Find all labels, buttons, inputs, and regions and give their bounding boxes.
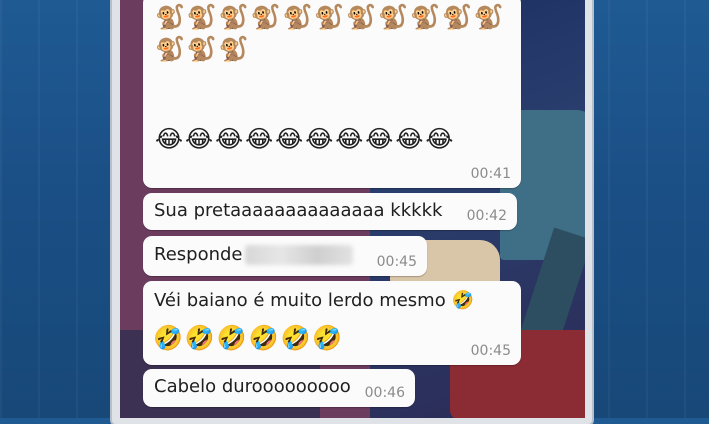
message-text: Cabelo durooooooooo xyxy=(154,376,351,397)
message-time: 00:45 xyxy=(376,254,417,270)
message-time: 00:45 xyxy=(470,343,511,359)
message-text-visible: Responde xyxy=(154,244,243,265)
message-bubble[interactable]: Sua pretaaaaaaaaaaaaaa kkkkk 00:42 xyxy=(143,193,517,230)
message-bubble[interactable]: Véi baiano é muito lerdo mesmo 🤣 🤣🤣🤣🤣🤣🤣 … xyxy=(143,281,521,365)
message-bubble[interactable]: Responde 00:45 xyxy=(143,236,427,276)
message-text: Véi baiano é muito lerdo mesmo 🤣 xyxy=(154,290,474,311)
laughing-emoji-row: 😂😂😂😂😂😂😂😂😂😂 xyxy=(155,125,456,153)
monkey-emoji-row: 🐒🐒🐒🐒🐒🐒🐒🐒🐒🐒🐒 xyxy=(155,3,506,31)
message-time: 00:42 xyxy=(466,208,507,224)
message-time: 00:41 xyxy=(470,166,511,182)
monkey-emoji-row: 🐒🐒🐒 xyxy=(155,35,251,63)
message-text: Sua pretaaaaaaaaaaaaaa kkkkk xyxy=(154,200,443,221)
rofl-emoji-row: 🤣🤣🤣🤣🤣🤣 xyxy=(153,324,345,352)
message-bubble-emoji[interactable]: 🐒🐒🐒🐒🐒🐒🐒🐒🐒🐒🐒 🐒🐒🐒 😂😂😂😂😂😂😂😂😂😂 00:41 xyxy=(143,0,521,188)
redacted-name xyxy=(244,245,353,265)
message-bubble[interactable]: Cabelo durooooooooo 00:46 xyxy=(143,369,415,407)
message-time: 00:46 xyxy=(364,385,405,401)
message-text: Responde xyxy=(154,244,353,265)
